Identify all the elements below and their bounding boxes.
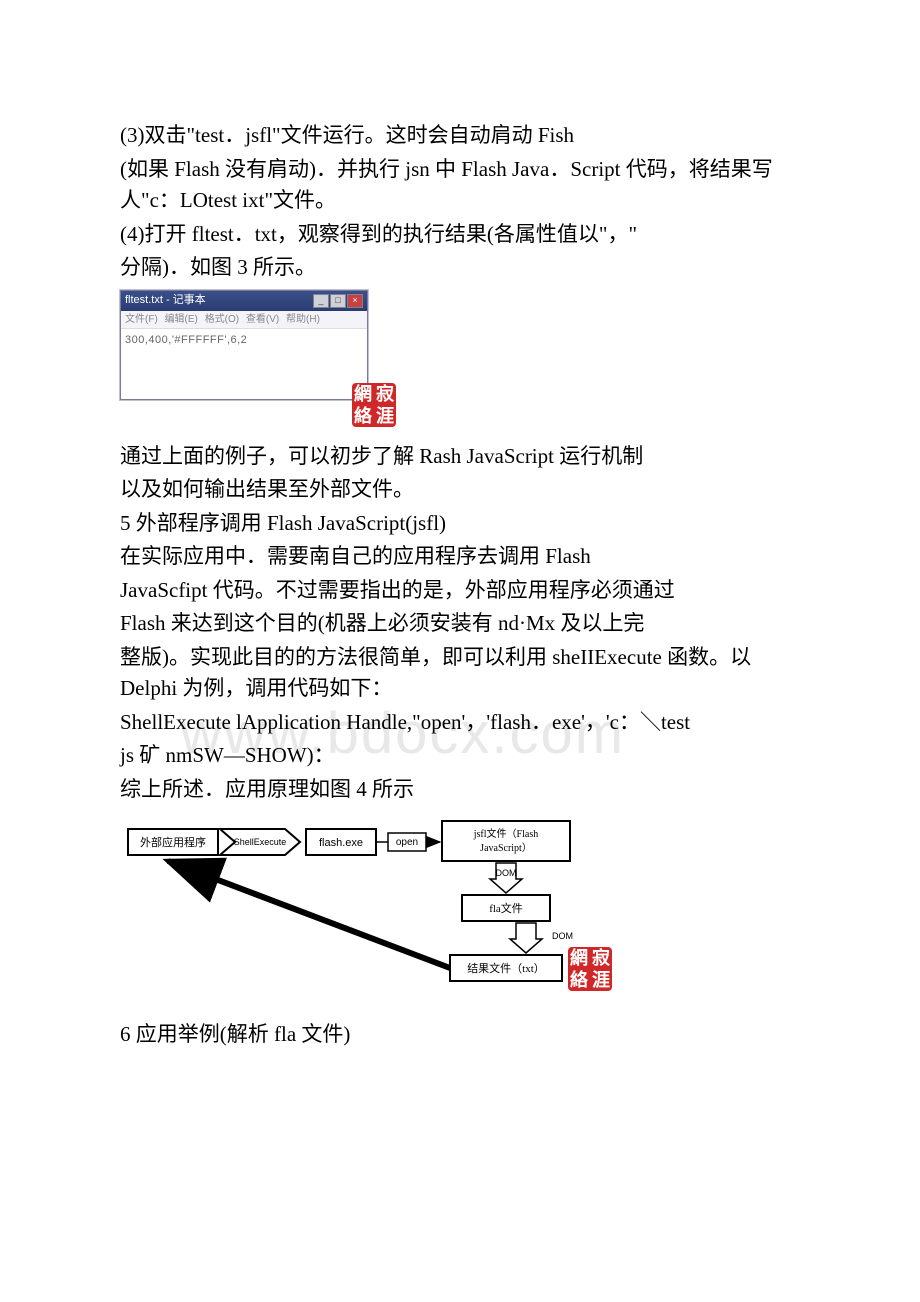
paragraph: (4)打开 fltest．txt，观察得到的执行结果(各属性值以"，": [120, 219, 800, 251]
paragraph: 分隔)．如图 3 所示。: [120, 252, 800, 284]
menu-edit: 编辑(E): [165, 314, 198, 325]
box-fla: fla文件: [489, 901, 523, 915]
arrow-dom-2: DOM: [552, 931, 573, 941]
box-jsfl-2: JavaScript）: [480, 842, 532, 854]
paragraph: 整版)。实现此目的的方法很简单，即可以利用 sheIIExecute 函数。以 …: [120, 642, 800, 705]
figure-diagram: 外部应用程序 ShellExecute flash.exe open jsfl文…: [120, 811, 610, 1001]
paragraph: 以及如何输出结果至外部文件。: [120, 474, 800, 506]
figure-notepad: fltest.txt - 记事本 _ □ × 文件(F) 编辑(E) 格式(O)…: [120, 290, 384, 425]
stamp-char: 涯: [374, 405, 396, 427]
stamp-char: 寂: [590, 947, 612, 969]
stamp-char: 涯: [590, 969, 612, 991]
menu-format: 格式(O): [205, 314, 239, 325]
paragraph: Flash 来达到这个目的(机器上必须安装有 nd·Mx 及以上完: [120, 608, 800, 640]
minimize-icon: _: [313, 294, 329, 308]
stamp-char: 網: [352, 383, 374, 405]
box-open: open: [396, 837, 418, 848]
box-jsfl-1: jsfl文件（Flash: [473, 827, 538, 840]
box-flash-exe: flash.exe: [319, 837, 363, 849]
notepad-title: fltest.txt - 记事本: [125, 292, 206, 309]
paragraph: (3)双击"test．jsfl"文件运行。这时会自动肩动 Fish: [120, 120, 800, 152]
maximize-icon: □: [330, 294, 346, 308]
paragraph: js 矿 nmSW—SHOW)：: [120, 740, 800, 772]
box-result: 结果文件（txt）: [467, 961, 545, 975]
box-ext-app: 外部应用程序: [140, 835, 206, 849]
menu-help: 帮助(H): [286, 314, 320, 325]
arrow-dom-1: DOM: [496, 868, 517, 878]
notepad-menubar: 文件(F) 编辑(E) 格式(O) 查看(V) 帮助(H): [121, 311, 367, 329]
stamp-char: 網: [568, 947, 590, 969]
document-content: (3)双击"test．jsfl"文件运行。这时会自动肩动 Fish (如果 Fl…: [120, 120, 800, 1051]
stamp-seal: 網 寂 絡 涯: [568, 947, 612, 991]
paragraph: 通过上面的例子，可以初步了解 Rash JavaScript 运行机制: [120, 441, 800, 473]
paragraph: 6 应用举例(解析 fla 文件): [120, 1019, 800, 1051]
stamp-char: 絡: [352, 405, 374, 427]
notepad-content: 300,400,'#FFFFFF',6,2: [121, 329, 367, 399]
stamp-char: 寂: [374, 383, 396, 405]
stamp-seal: 網 寂 絡 涯: [352, 383, 396, 427]
notepad-window: fltest.txt - 记事本 _ □ × 文件(F) 编辑(E) 格式(O)…: [120, 290, 368, 400]
paragraph: JavaScfipt 代码。不过需要指出的是，外部应用程序必须通过: [120, 575, 800, 607]
menu-file: 文件(F): [125, 314, 158, 325]
window-buttons: _ □ ×: [313, 294, 363, 308]
menu-view: 查看(V): [246, 314, 279, 325]
paragraph: 在实际应用中．需要南自己的应用程序去调用 Flash: [120, 541, 800, 573]
paragraph: 5 外部程序调用 Flash JavaScript(jsfl): [120, 508, 800, 540]
paragraph: (如果 Flash 没有肩动)．并执行 jsn 中 Flash Java．Scr…: [120, 154, 800, 217]
paragraph: ShellExecute lApplication Handle,"open'，…: [120, 707, 800, 739]
paragraph: 综上所述．应用原理如图 4 所示: [120, 774, 800, 806]
flowchart-svg: 外部应用程序 ShellExecute flash.exe open jsfl文…: [120, 811, 610, 1001]
notepad-titlebar: fltest.txt - 记事本 _ □ ×: [121, 291, 367, 311]
box-shellexec: ShellExecute: [234, 837, 287, 847]
close-icon: ×: [347, 294, 363, 308]
stamp-char: 絡: [568, 969, 590, 991]
